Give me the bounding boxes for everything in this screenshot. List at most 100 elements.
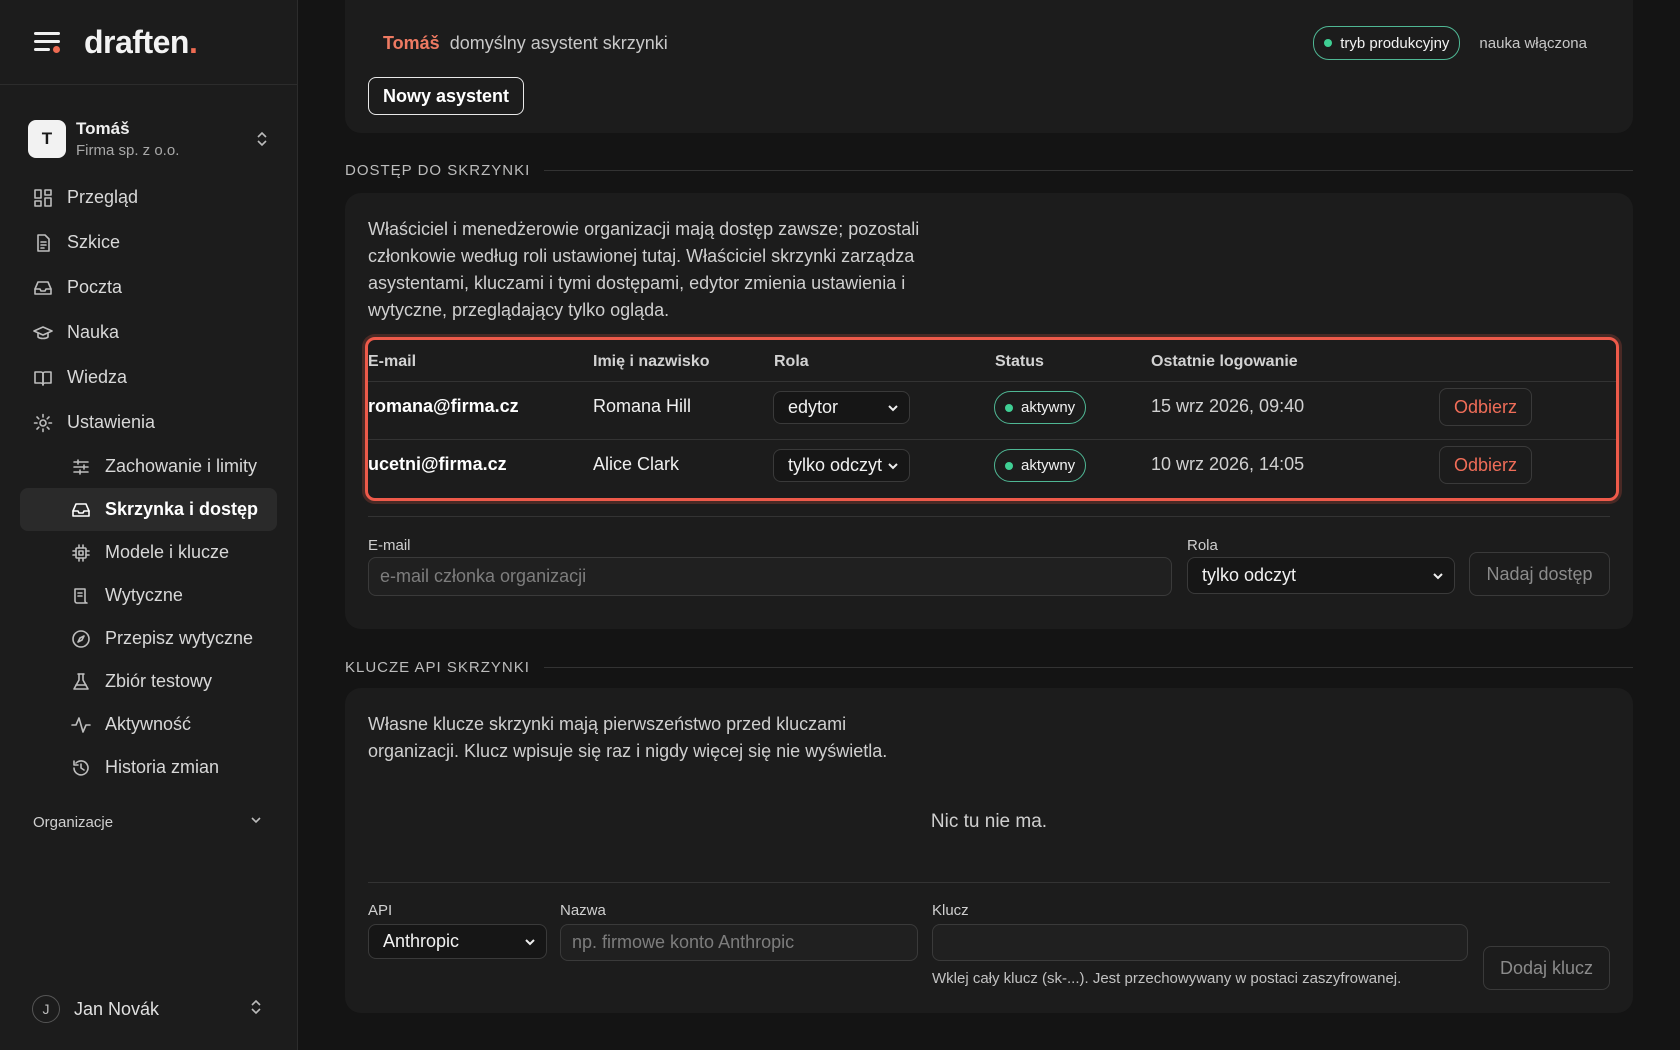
divider: [368, 882, 1610, 883]
api-label: API: [368, 902, 393, 919]
member-email-input[interactable]: e-mail członka organizacji: [368, 557, 1172, 596]
revoke-button[interactable]: Odbierz: [1439, 388, 1533, 426]
access-table: E-mail Imię i nazwisko Rola Status Ostat…: [365, 337, 1619, 501]
chevron-down-icon: [1433, 572, 1443, 579]
nav-item-overview[interactable]: Przegląd: [0, 175, 297, 220]
divider: [543, 667, 1633, 668]
logo[interactable]: draften.: [84, 24, 198, 61]
chevron-down-icon: [888, 462, 898, 469]
key-name-placeholder: np. firmowe konto Anthropic: [572, 932, 795, 952]
divider: [544, 170, 1633, 171]
status-label: aktywny: [1021, 457, 1076, 474]
keys-description: Własne klucze skrzynki mają pierwszeństw…: [368, 714, 888, 761]
menu-icon[interactable]: [34, 32, 60, 53]
col-header-email: E-mail: [368, 353, 417, 370]
subnav-item-activity[interactable]: Aktywność: [20, 703, 277, 746]
account-name: Tomáš: [76, 119, 130, 138]
user-menu[interactable]: J Jan Novák: [32, 994, 263, 1024]
subnav-label: Aktywność: [105, 714, 192, 734]
subnav-item-models-keys[interactable]: Modele i klucze: [20, 531, 277, 574]
production-mode-badge: tryb produkcyjny: [1313, 26, 1461, 60]
learning-status: nauka włączona: [1479, 34, 1587, 52]
subnav-item-mailbox-access[interactable]: Skrzynka i dostęp: [20, 488, 277, 531]
account-org: Firma sp. z o.o.: [76, 142, 180, 159]
production-mode-label: tryb produkcyjny: [1340, 34, 1450, 52]
chevron-down-icon: [249, 813, 263, 831]
nav-item-settings[interactable]: Ustawienia: [0, 400, 297, 445]
subnav-item-history[interactable]: Historia zmian: [20, 746, 277, 789]
keys-section-title: KLUCZE API SKRZYNKI: [345, 659, 1633, 676]
divider: [368, 516, 1610, 517]
account-avatar: T: [28, 120, 66, 158]
nav-label: Nauka: [67, 322, 120, 342]
row-last-login: 10 wrz 2026, 14:05: [1151, 454, 1305, 474]
nav-label: Przegląd: [67, 187, 139, 207]
key-name-label: Nazwa: [560, 902, 606, 919]
email-label: E-mail: [368, 537, 411, 554]
nav-item-knowledge[interactable]: Wiedza: [0, 355, 297, 400]
nav-item-drafts[interactable]: Szkice: [0, 220, 297, 265]
col-header-last-login: Ostatnie logowanie: [1151, 353, 1298, 370]
inbox-icon: [70, 499, 92, 521]
key-label: Klucz: [932, 902, 969, 919]
sliders-icon: [70, 456, 92, 478]
scroll-icon: [70, 585, 92, 607]
chevron-updown-icon: [249, 997, 263, 1022]
activity-icon: [70, 714, 92, 736]
api-key-input[interactable]: [932, 924, 1468, 961]
row-name: Alice Clark: [593, 454, 680, 474]
grant-access-button[interactable]: Nadaj dostęp: [1469, 552, 1610, 596]
api-provider-value: Anthropic: [383, 931, 460, 951]
organizations-toggle[interactable]: Organizacje: [0, 806, 297, 838]
document-icon: [32, 232, 54, 254]
assistant-name[interactable]: Tomáš: [383, 33, 440, 54]
flask-icon: [70, 671, 92, 693]
col-header-name: Imię i nazwisko: [593, 353, 710, 370]
divider: [368, 381, 1616, 382]
row-email: ucetni@firma.cz: [368, 454, 507, 474]
subnav-item-rewrite-guidelines[interactable]: Przepisz wytyczne: [20, 617, 277, 660]
account-switcher[interactable]: T Tomáš Firma sp. z o.o.: [0, 117, 297, 161]
user-avatar: J: [32, 995, 60, 1023]
access-description: Właściciel i menedżerowie organizacji ma…: [368, 219, 920, 320]
role-select[interactable]: edytor: [773, 391, 910, 424]
keys-card: Własne klucze skrzynki mają pierwszeństw…: [345, 688, 1633, 1013]
subnav-item-guidelines[interactable]: Wytyczne: [20, 574, 277, 617]
api-provider-select[interactable]: Anthropic: [368, 924, 547, 959]
history-icon: [70, 757, 92, 779]
subnav-label: Skrzynka i dostęp: [105, 499, 259, 519]
new-assistant-button[interactable]: Nowy asystent: [368, 77, 525, 115]
role-label: Rola: [1187, 537, 1218, 554]
col-header-status: Status: [995, 353, 1044, 370]
role-select[interactable]: tylko odczyt: [773, 449, 910, 482]
gear-icon: [32, 412, 54, 434]
subnav-item-behavior-limits[interactable]: Zachowanie i limity: [20, 445, 277, 488]
subnav-item-test-set[interactable]: Zbiór testowy: [20, 660, 277, 703]
nav-label: Szkice: [67, 232, 121, 252]
nav-label: Poczta: [67, 277, 123, 297]
add-key-button[interactable]: Dodaj klucz: [1483, 946, 1610, 990]
revoke-button[interactable]: Odbierz: [1439, 446, 1533, 484]
new-role-select[interactable]: tylko odczyt: [1187, 557, 1455, 594]
nav-item-learning[interactable]: Nauka: [0, 310, 297, 355]
chevron-down-icon: [525, 938, 535, 945]
graduation-cap-icon: [32, 322, 54, 344]
key-name-input[interactable]: np. firmowe konto Anthropic: [560, 924, 918, 961]
email-placeholder: e-mail członka organizacji: [380, 566, 587, 586]
empty-state: Nic tu nie ma.: [930, 811, 1048, 832]
status-dot: [1005, 403, 1013, 412]
grid-icon: [32, 187, 54, 209]
main-content: Tomáš domyślny asystent skrzynki tryb pr…: [299, 0, 1680, 1050]
nav-item-mail[interactable]: Poczta: [0, 265, 297, 310]
subnav-label: Przepisz wytyczne: [105, 628, 254, 648]
keys-title-text: KLUCZE API SKRZYNKI: [345, 659, 530, 676]
nav-label: Wiedza: [67, 367, 128, 387]
assistant-row: Tomáš domyślny asystent skrzynki tryb pr…: [383, 26, 1587, 60]
book-icon: [32, 367, 54, 389]
row-email: romana@firma.cz: [368, 396, 519, 416]
chip-icon: [70, 542, 92, 564]
row-name: Romana Hill: [593, 396, 692, 416]
organizations-label: Organizacje: [33, 813, 114, 831]
role-select-value: tylko odczyt: [788, 455, 883, 475]
chevron-down-icon: [888, 404, 898, 411]
